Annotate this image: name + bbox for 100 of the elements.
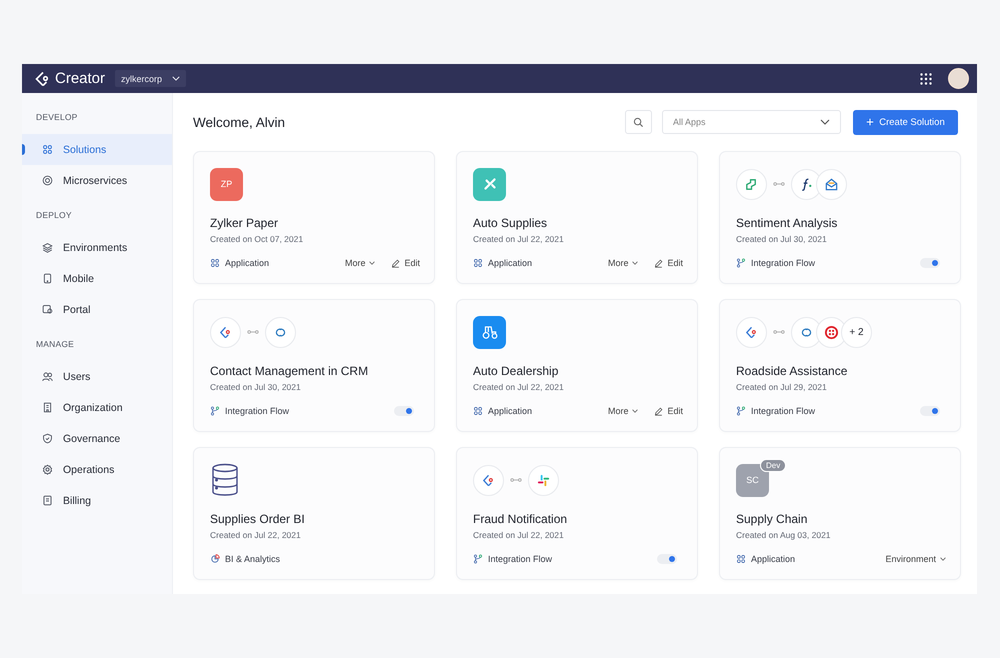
sidebar-section-title: DEPLOY bbox=[35, 209, 73, 222]
created-date: Created on Jul 22, 2021 bbox=[473, 234, 565, 244]
solution-type-label: Integration Flow bbox=[751, 258, 816, 268]
grid-icon bbox=[473, 406, 483, 416]
welcome-heading: Welcome, Alvin bbox=[193, 114, 286, 130]
card-title: Contact Management in CRM bbox=[210, 364, 370, 378]
solution-type-label: BI & Analytics bbox=[225, 554, 280, 564]
create-solution-button[interactable]: Create Solution bbox=[853, 110, 958, 134]
solution-card[interactable]: + 2 Roadside Assistance Created on Jul 29, 2021 Integration Flow bbox=[719, 299, 961, 432]
logo-icon bbox=[35, 70, 51, 86]
database-icon bbox=[210, 463, 240, 497]
card-title: Auto Dealership bbox=[473, 364, 560, 378]
created-date: Created on Jul 29, 2021 bbox=[736, 382, 828, 392]
sidebar-item[interactable]: Mobile bbox=[22, 263, 172, 294]
solution-type-label: Integration Flow bbox=[488, 554, 552, 564]
solution-card[interactable]: Auto Supplies Created on Jul 22, 2021 Application More Edit bbox=[456, 151, 698, 284]
card-title: Supplies Order BI bbox=[210, 512, 306, 526]
solution-type-label: Application bbox=[225, 258, 270, 268]
created-date: Created on Jul 22, 2021 bbox=[210, 530, 302, 540]
chevron-down-icon bbox=[369, 261, 376, 265]
card-title: Supply Chain bbox=[736, 512, 808, 526]
search-icon bbox=[633, 116, 644, 128]
pencil-icon bbox=[654, 406, 664, 416]
flow-icon bbox=[736, 258, 746, 268]
chevron-down-icon bbox=[632, 409, 638, 413]
sidebar-item[interactable]: Operations bbox=[22, 454, 172, 485]
initials-tile: ZP bbox=[210, 168, 243, 200]
chevron-down-icon bbox=[632, 261, 638, 265]
phone-icon bbox=[42, 273, 53, 284]
user-avatar[interactable] bbox=[948, 68, 969, 89]
solution-type-label: Application bbox=[751, 554, 796, 564]
card-title: Sentiment Analysis bbox=[736, 216, 838, 230]
edit-button[interactable]: Edit bbox=[654, 406, 683, 416]
more-menu[interactable]: More bbox=[608, 406, 638, 416]
sidebar-item[interactable]: Governance bbox=[22, 423, 172, 454]
edit-button[interactable]: Edit bbox=[654, 258, 683, 268]
hash-logo-icon bbox=[528, 464, 559, 496]
grid-icon bbox=[42, 144, 53, 155]
created-date: Created on Jul 22, 2021 bbox=[473, 382, 565, 392]
sidebar-item[interactable]: Organization bbox=[22, 392, 172, 423]
sidebar-section-title: DEVELOP bbox=[35, 111, 79, 124]
more-count: + 2 bbox=[841, 316, 872, 348]
toggle-switch[interactable] bbox=[657, 554, 677, 564]
flow-icon bbox=[473, 554, 483, 564]
connector-icon bbox=[773, 329, 785, 335]
card-title: Zylker Paper bbox=[210, 216, 280, 230]
sidebar-item[interactable]: Portal bbox=[22, 294, 172, 325]
solution-card[interactable]: Sentiment Analysis Created on Jul 30, 2021 Integration Flow bbox=[719, 151, 961, 284]
chevron-down-icon bbox=[940, 557, 946, 561]
organization-dropdown[interactable]: zylkercorp bbox=[115, 70, 186, 87]
solution-card[interactable]: Fraud Notification Created on Jul 22, 2021 Integration Flow bbox=[456, 447, 698, 580]
solution-card[interactable]: Auto Dealership Created on Jul 22, 2021 Application More Edit bbox=[456, 299, 698, 432]
created-date: Created on Aug 03, 2021 bbox=[736, 530, 832, 540]
more-menu[interactable]: More bbox=[344, 258, 376, 268]
app-grid-icon[interactable] bbox=[920, 72, 932, 84]
created-date: Created on Jul 22, 2021 bbox=[473, 530, 565, 540]
created-date: Created on Jul 30, 2021 bbox=[736, 234, 828, 244]
sidebar-item[interactable]: Environments bbox=[22, 232, 172, 263]
pencil-icon bbox=[391, 258, 400, 268]
app-filter-dropdown[interactable]: All Apps bbox=[662, 110, 841, 134]
linked-rings-icon bbox=[265, 316, 296, 348]
flow-icon bbox=[736, 406, 746, 416]
sidebar-item[interactable]: Billing bbox=[22, 485, 172, 516]
card-title: Auto Supplies bbox=[473, 216, 548, 230]
toggle-switch[interactable] bbox=[394, 406, 414, 416]
solution-card[interactable]: Contact Management in CRM Created on Jul 30, 2021 Integration Flow bbox=[193, 299, 435, 432]
sidebar-item[interactable]: Solutions bbox=[22, 134, 172, 165]
pie-chart-icon bbox=[210, 554, 220, 564]
plus-icon bbox=[866, 118, 874, 126]
layers-icon bbox=[42, 242, 53, 253]
pencil-icon bbox=[654, 258, 664, 268]
sidebar-section-title: MANAGE bbox=[35, 338, 76, 351]
toggle-switch[interactable] bbox=[920, 258, 940, 268]
settings-icon bbox=[42, 464, 53, 475]
connector-icon bbox=[773, 181, 785, 187]
solution-card[interactable]: ZP Zylker Paper Created on Oct 07, 2021 Application More Edit bbox=[193, 151, 435, 284]
ring-icon bbox=[42, 175, 53, 186]
connector-icon bbox=[247, 329, 259, 335]
created-date: Created on Jul 30, 2021 bbox=[210, 382, 302, 392]
building-icon bbox=[42, 402, 53, 413]
sidebar-item[interactable]: Users bbox=[22, 361, 172, 392]
receipt-icon bbox=[42, 495, 53, 506]
chevron-down-icon bbox=[172, 76, 180, 81]
solution-card[interactable]: Supplies Order BI Created on Jul 22, 2021 BI & Analytics bbox=[193, 447, 435, 580]
more-menu[interactable]: More bbox=[608, 258, 638, 268]
solution-type-label: Application bbox=[488, 406, 532, 416]
chevron-down-icon bbox=[820, 119, 830, 125]
sidebar-item[interactable]: Microservices bbox=[22, 165, 172, 196]
search-button[interactable] bbox=[625, 110, 652, 134]
grid-icon bbox=[210, 258, 220, 268]
environment-dropdown[interactable]: Environment bbox=[885, 554, 946, 564]
grid-icon bbox=[736, 554, 746, 564]
environment-badge: Dev bbox=[760, 459, 786, 472]
connector-icon bbox=[510, 477, 522, 483]
toggle-switch[interactable] bbox=[920, 406, 940, 416]
edit-button[interactable]: Edit bbox=[391, 258, 420, 268]
solution-card[interactable]: SC Dev Supply Chain Created on Aug 03, 2021 Application Environment bbox=[719, 447, 961, 580]
flow-icon bbox=[210, 406, 220, 416]
card-title: Fraud Notification bbox=[473, 512, 568, 526]
solution-type-label: Integration Flow bbox=[225, 406, 290, 416]
